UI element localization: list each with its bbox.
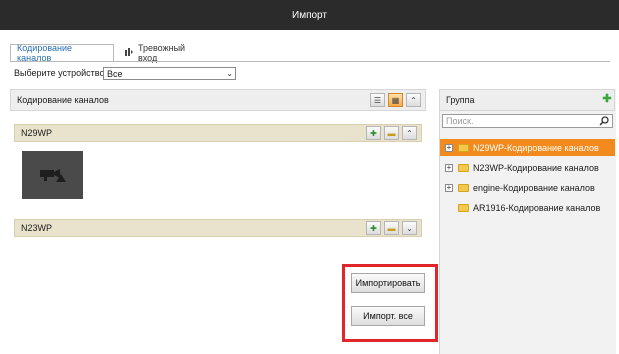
group-panel xyxy=(439,89,616,354)
expand-icon[interactable]: + xyxy=(445,163,453,172)
add-icon: ✚ xyxy=(370,223,377,233)
chevron-down-icon: ⌄ xyxy=(226,69,233,78)
folder-icon xyxy=(458,163,469,172)
list-icon: ☰ xyxy=(373,95,382,105)
device-name: N29WP xyxy=(21,128,53,138)
window-title: Импорт xyxy=(292,9,327,21)
add-device-button[interactable]: ✚ xyxy=(366,221,381,235)
folder-icon xyxy=(458,183,469,192)
tab-channel-encoding[interactable]: Кодирование каналов xyxy=(10,43,114,63)
group-panel-header: Группа xyxy=(439,89,615,111)
search-placeholder: Поиск. xyxy=(446,116,474,126)
alarm-icon xyxy=(124,47,133,58)
device-select-label: Выберите устройство xyxy=(14,68,105,78)
folder-icon xyxy=(458,203,469,212)
tab-alarm-input[interactable]: Тревожный вход xyxy=(118,42,208,63)
expand-icon[interactable]: + xyxy=(445,143,453,152)
collapse-all-button[interactable]: ⌃ xyxy=(406,93,421,107)
import-all-button[interactable]: Импорт. все xyxy=(351,306,425,326)
group-search-input[interactable]: Поиск. xyxy=(442,114,613,128)
window-titlebar: Импорт xyxy=(0,0,619,30)
folder-icon xyxy=(458,143,469,152)
camera-icon xyxy=(38,167,66,185)
panel-title: Кодирование каналов xyxy=(17,95,109,105)
tree-item-engine[interactable]: + engine-Кодирование каналов xyxy=(440,179,615,196)
folder-icon: ▬ xyxy=(387,223,396,233)
tree-item-label: engine-Кодирование каналов xyxy=(473,182,595,193)
import-button[interactable]: Импортировать xyxy=(351,273,425,293)
grid-view-button[interactable]: ▦ xyxy=(388,93,403,107)
expand-button[interactable]: ⌄ xyxy=(402,221,417,235)
device-select-value: Все xyxy=(107,68,123,79)
device-select[interactable]: Все ⌄ xyxy=(103,67,236,80)
tab-label: Кодирование каналов xyxy=(17,43,73,63)
tree-item-n23wp[interactable]: + N23WP-Кодирование каналов xyxy=(440,159,615,176)
device-row-n23wp[interactable]: N23WP xyxy=(14,219,422,237)
collapse-button[interactable]: ⌃ xyxy=(402,126,417,140)
chevron-down-icon: ⌄ xyxy=(406,223,413,233)
tree-item-label: AR1916-Кодирование каналов xyxy=(473,202,601,213)
import-all-button-label: Импорт. все xyxy=(363,311,413,321)
add-device-button[interactable]: ✚ xyxy=(366,126,381,140)
channel-encoding-header: Кодирование каналов xyxy=(10,89,426,111)
add-icon: ✚ xyxy=(370,128,377,138)
tree-item-ar1916[interactable]: AR1916-Кодирование каналов xyxy=(440,199,615,216)
panel-title: Группа xyxy=(446,95,475,105)
chevron-up-icon: ⌃ xyxy=(406,128,413,138)
tree-item-label: N29WP-Кодирование каналов xyxy=(473,142,599,153)
device-name: N23WP xyxy=(21,223,53,233)
folder-button[interactable]: ▬ xyxy=(384,221,399,235)
grid-icon: ▦ xyxy=(391,95,400,105)
tab-label: Тревожный вход xyxy=(138,42,186,63)
folder-icon: ▬ xyxy=(387,128,396,138)
expand-icon[interactable]: + xyxy=(445,183,453,192)
import-button-label: Импортировать xyxy=(355,278,421,288)
tab-divider xyxy=(10,61,610,62)
chevron-up-icon: ⌃ xyxy=(410,95,417,105)
search-icon xyxy=(599,116,609,128)
folder-button[interactable]: ▬ xyxy=(384,126,399,140)
add-group-button[interactable]: ✚ xyxy=(601,92,613,105)
channel-thumbnail[interactable] xyxy=(22,151,83,199)
tree-item-label: N23WP-Кодирование каналов xyxy=(473,162,599,173)
device-row-n29wp[interactable]: N29WP xyxy=(14,124,422,142)
tree-item-n29wp[interactable]: + N29WP-Кодирование каналов xyxy=(440,139,615,156)
plus-icon: ✚ xyxy=(602,93,612,105)
list-view-button[interactable]: ☰ xyxy=(370,93,385,107)
